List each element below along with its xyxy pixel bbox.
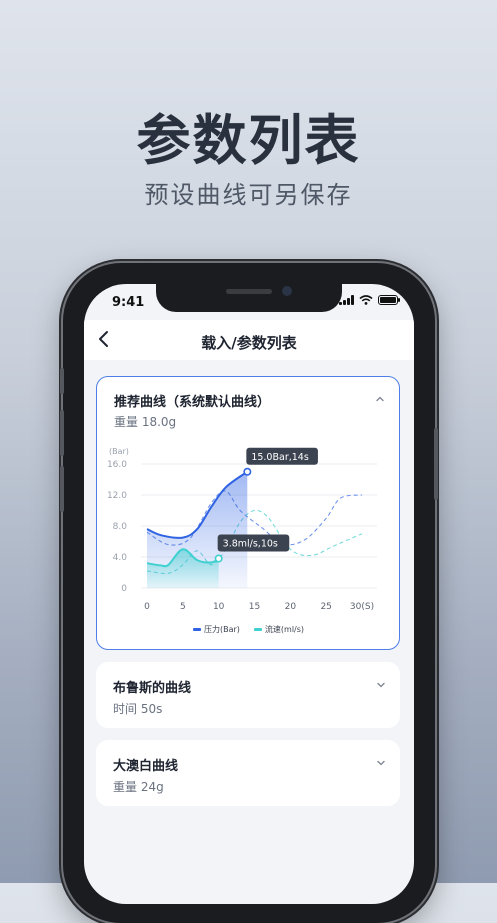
chevron-down-icon[interactable] <box>376 759 386 767</box>
x-tick-label: 20 <box>285 602 297 612</box>
x-tick-label: 5 <box>180 602 186 612</box>
legend-label-flow: 流速(ml/s) <box>264 625 305 634</box>
card-subtitle: 时间 50s <box>113 702 163 716</box>
front-camera <box>282 286 292 296</box>
status-icons <box>339 295 400 305</box>
data-point-marker <box>243 467 252 476</box>
card-title: 推荐曲线（系统默认曲线） <box>114 395 271 410</box>
chevron-down-icon[interactable] <box>376 681 386 689</box>
curve-card-aussie-white[interactable]: 大澳白曲线 重量 24g <box>96 740 400 806</box>
navbar: 载入/参数列表 <box>84 320 414 360</box>
data-point-marker <box>214 554 223 563</box>
pressure-flow-chart: (Bar) 16.0 12.0 8.0 4.0 0 0 5 10 15 20 25 30(S) 15.0B… <box>107 447 377 612</box>
phone-volume-up <box>60 410 64 456</box>
x-tick-label: 30(S) <box>350 602 374 612</box>
page-title: 载入/参数列表 <box>201 334 297 352</box>
x-tick-label: 25 <box>320 602 331 612</box>
legend-item-flow: 流速(ml/s) <box>253 624 305 635</box>
speaker <box>226 289 272 294</box>
phone-mute-switch <box>60 368 64 394</box>
phone-volume-down <box>60 466 64 512</box>
wifi-icon <box>359 295 373 305</box>
tooltip-label: 15.0Bar,14s <box>251 452 309 463</box>
y-tick-label: 12.0 <box>107 491 127 501</box>
tooltip-label: 3.8ml/s,10s <box>223 539 278 550</box>
phone-power-button <box>434 428 438 500</box>
hero-title: 参数列表 <box>136 109 361 172</box>
card-subtitle: 重量 24g <box>113 780 164 794</box>
y-tick-label: 0 <box>121 584 127 594</box>
status-time: 9:41 <box>112 295 145 310</box>
chart-legend: 压力(Bar) 流速(ml/s) <box>193 624 304 635</box>
x-tick-label: 15 <box>249 602 260 612</box>
y-axis-unit: (Bar) <box>109 447 129 456</box>
y-tick-label: 16.0 <box>107 460 127 470</box>
card-title: 大澳白曲线 <box>113 759 179 774</box>
legend-label-pressure: 压力(Bar) <box>204 625 240 634</box>
phone-screen: 9:41 载入/参数列表 推荐曲线（系统默认曲线） 重量 18.0g (Bar)… <box>84 284 414 904</box>
x-tick-label: 10 <box>213 602 225 612</box>
card-title: 布鲁斯的曲线 <box>113 681 192 696</box>
card-subtitle: 重量 18.0g <box>114 415 177 429</box>
notch <box>156 284 342 312</box>
hero-subtitle: 预设曲线可另保存 <box>144 181 353 209</box>
legend-item-pressure: 压力(Bar) <box>193 624 240 635</box>
signal-icon <box>339 295 354 305</box>
curve-card-recommended[interactable]: 推荐曲线（系统默认曲线） 重量 18.0g (Bar) 16.0 12.0 8.0 4.… <box>96 376 400 650</box>
battery-icon <box>378 295 400 305</box>
y-tick-label: 4.0 <box>113 553 128 563</box>
x-tick-label: 0 <box>144 602 150 612</box>
y-tick-label: 8.0 <box>113 522 128 532</box>
curve-card-bruce[interactable]: 布鲁斯的曲线 时间 50s <box>96 662 400 728</box>
legend-swatch-pressure <box>193 628 201 631</box>
legend-swatch-flow <box>253 628 262 631</box>
chevron-up-icon[interactable] <box>375 395 385 403</box>
